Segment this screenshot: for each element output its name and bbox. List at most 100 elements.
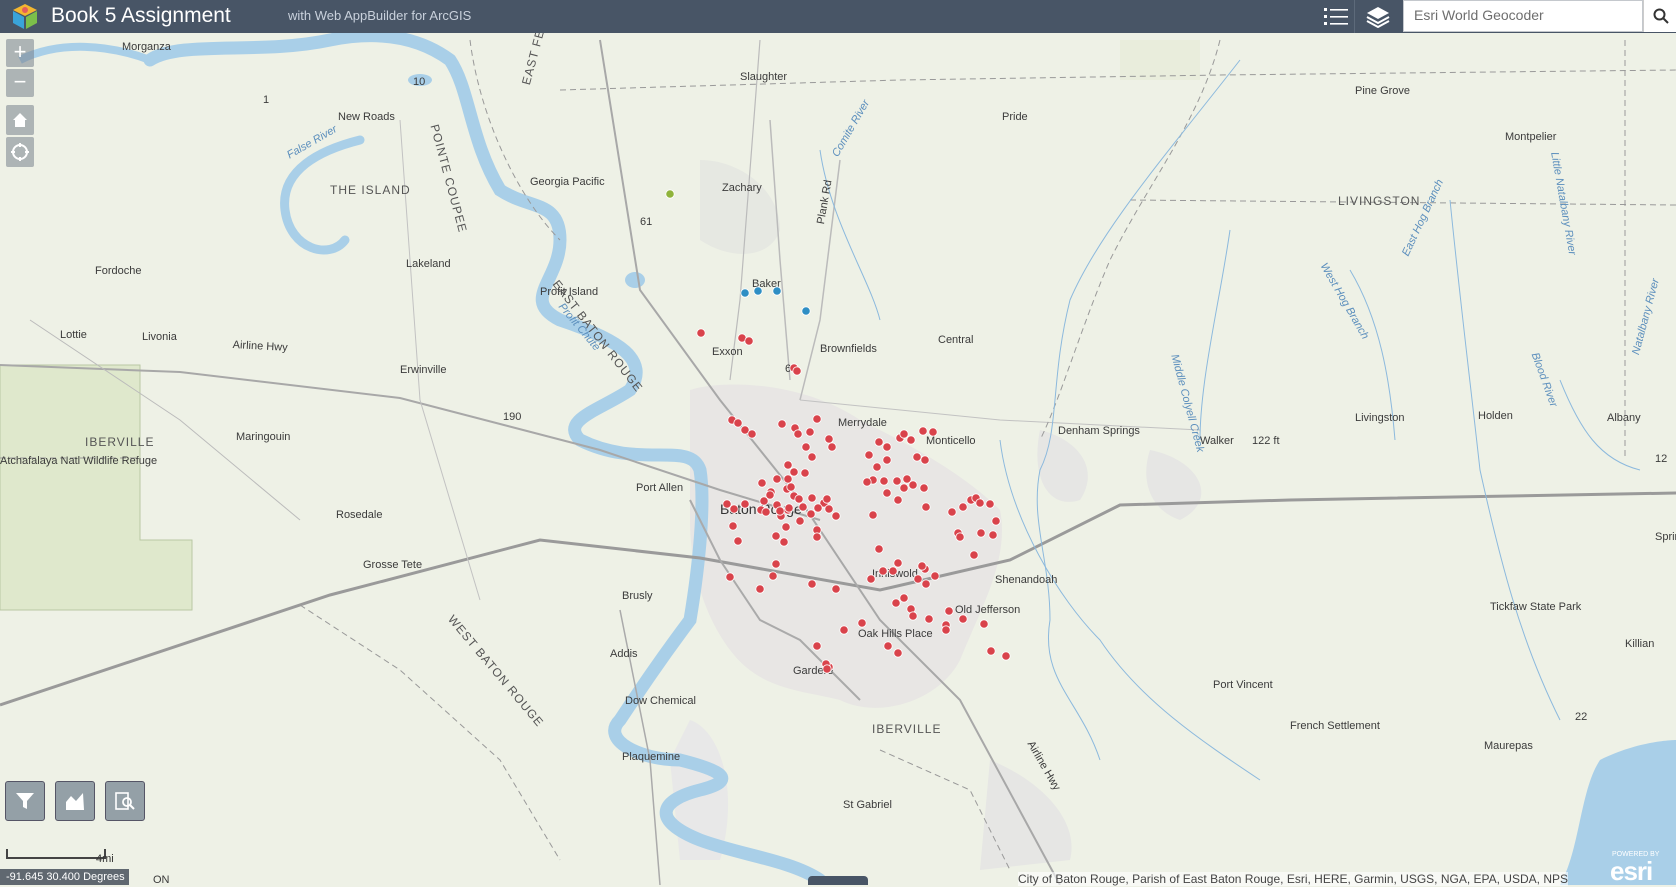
feature-point-red[interactable]: [862, 477, 872, 487]
feature-point-red[interactable]: [874, 544, 884, 554]
feature-point-red[interactable]: [888, 566, 898, 576]
feature-point-red[interactable]: [839, 625, 849, 635]
feature-point-red[interactable]: [807, 452, 817, 462]
feature-point-red[interactable]: [882, 488, 892, 498]
feature-point-red[interactable]: [800, 468, 810, 478]
feature-point-red[interactable]: [893, 648, 903, 658]
layer-list-button[interactable]: [1360, 0, 1396, 33]
feature-point-red[interactable]: [722, 499, 732, 509]
feature-point-red[interactable]: [783, 474, 793, 484]
feature-point-red[interactable]: [801, 442, 811, 452]
feature-point-red[interactable]: [857, 618, 867, 628]
feature-point-red[interactable]: [892, 476, 902, 486]
feature-point-red[interactable]: [765, 490, 775, 500]
feature-point-green[interactable]: [665, 189, 675, 199]
feature-point-red[interactable]: [899, 593, 909, 603]
feature-point-red[interactable]: [899, 483, 909, 493]
feature-point-red[interactable]: [947, 507, 957, 517]
feature-point-red[interactable]: [783, 460, 793, 470]
feature-point-red[interactable]: [868, 510, 878, 520]
feature-point-red[interactable]: [874, 437, 884, 447]
feature-point-red[interactable]: [882, 455, 892, 465]
feature-point-red[interactable]: [988, 530, 998, 540]
feature-point-blue[interactable]: [801, 306, 811, 316]
feature-point-red[interactable]: [806, 509, 816, 519]
feature-point-red[interactable]: [891, 598, 901, 608]
feature-point-red[interactable]: [824, 504, 834, 514]
feature-point-red[interactable]: [779, 537, 789, 547]
esri-logo[interactable]: POWERED BY esri: [1608, 850, 1674, 886]
feature-point-red[interactable]: [794, 494, 804, 504]
zoom-out-button[interactable]: −: [6, 69, 34, 97]
feature-point-red[interactable]: [917, 561, 927, 571]
feature-point-red[interactable]: [777, 419, 787, 429]
feature-point-red[interactable]: [822, 664, 832, 674]
filter-widget-button[interactable]: [5, 781, 45, 821]
feature-point-red[interactable]: [882, 442, 892, 452]
feature-point-red[interactable]: [771, 531, 781, 541]
feature-point-red[interactable]: [696, 328, 706, 338]
search-button[interactable]: [1643, 0, 1676, 32]
feature-point-red[interactable]: [969, 550, 979, 560]
locate-button[interactable]: [6, 137, 34, 167]
feature-point-red[interactable]: [813, 503, 823, 513]
feature-point-red[interactable]: [755, 584, 765, 594]
feature-point-red[interactable]: [831, 511, 841, 521]
feature-point-red[interactable]: [918, 426, 928, 436]
feature-point-red[interactable]: [975, 498, 985, 508]
feature-point-red[interactable]: [733, 418, 743, 428]
feature-point-red[interactable]: [899, 429, 909, 439]
feature-point-blue[interactable]: [740, 288, 750, 298]
feature-point-red[interactable]: [979, 619, 989, 629]
feature-point-red[interactable]: [958, 614, 968, 624]
zoom-in-button[interactable]: +: [6, 39, 34, 67]
search-input[interactable]: [1404, 1, 1632, 29]
map-view[interactable]: Morganza New Roads THE ISLAND False River PO…: [0, 0, 1676, 886]
feature-point-red[interactable]: [784, 503, 794, 513]
feature-point-red[interactable]: [878, 566, 888, 576]
feature-point-red[interactable]: [941, 625, 951, 635]
feature-point-blue[interactable]: [772, 286, 782, 296]
feature-point-red[interactable]: [985, 499, 995, 509]
feature-point-red[interactable]: [944, 606, 954, 616]
feature-point-red[interactable]: [812, 532, 822, 542]
feature-point-red[interactable]: [893, 495, 903, 505]
feature-point-red[interactable]: [986, 646, 996, 656]
feature-point-red[interactable]: [958, 502, 968, 512]
feature-point-red[interactable]: [921, 502, 931, 512]
feature-point-red[interactable]: [725, 572, 735, 582]
feature-point-red[interactable]: [768, 571, 778, 581]
feature-point-red[interactable]: [872, 462, 882, 472]
feature-point-red[interactable]: [906, 435, 916, 445]
feature-point-red[interactable]: [822, 494, 832, 504]
feature-point-red[interactable]: [761, 507, 771, 517]
feature-point-red[interactable]: [827, 442, 837, 452]
feature-point-red[interactable]: [793, 429, 803, 439]
attribute-table-toggle[interactable]: [808, 876, 868, 885]
feature-point-red[interactable]: [908, 611, 918, 621]
legend-list-button[interactable]: [1318, 0, 1355, 33]
feature-point-red[interactable]: [1001, 651, 1011, 661]
feature-point-red[interactable]: [879, 476, 889, 486]
feature-point-red[interactable]: [976, 528, 986, 538]
feature-point-red[interactable]: [798, 502, 808, 512]
feature-point-red[interactable]: [866, 574, 876, 584]
feature-point-red[interactable]: [789, 467, 799, 477]
feature-point-red[interactable]: [728, 521, 738, 531]
feature-point-red[interactable]: [812, 414, 822, 424]
feature-point-red[interactable]: [824, 434, 834, 444]
feature-point-red[interactable]: [757, 478, 767, 488]
feature-point-red[interactable]: [921, 579, 931, 589]
feature-point-red[interactable]: [908, 480, 918, 490]
feature-point-red[interactable]: [919, 483, 929, 493]
feature-point-red[interactable]: [740, 499, 750, 509]
feature-point-red[interactable]: [807, 579, 817, 589]
query-widget-button[interactable]: [105, 781, 145, 821]
feature-point-red[interactable]: [928, 427, 938, 437]
feature-point-red[interactable]: [807, 493, 817, 503]
feature-point-red[interactable]: [795, 516, 805, 526]
feature-point-blue[interactable]: [753, 286, 763, 296]
feature-point-red[interactable]: [812, 641, 822, 651]
feature-point-red[interactable]: [991, 516, 1001, 526]
feature-point-red[interactable]: [913, 574, 923, 584]
